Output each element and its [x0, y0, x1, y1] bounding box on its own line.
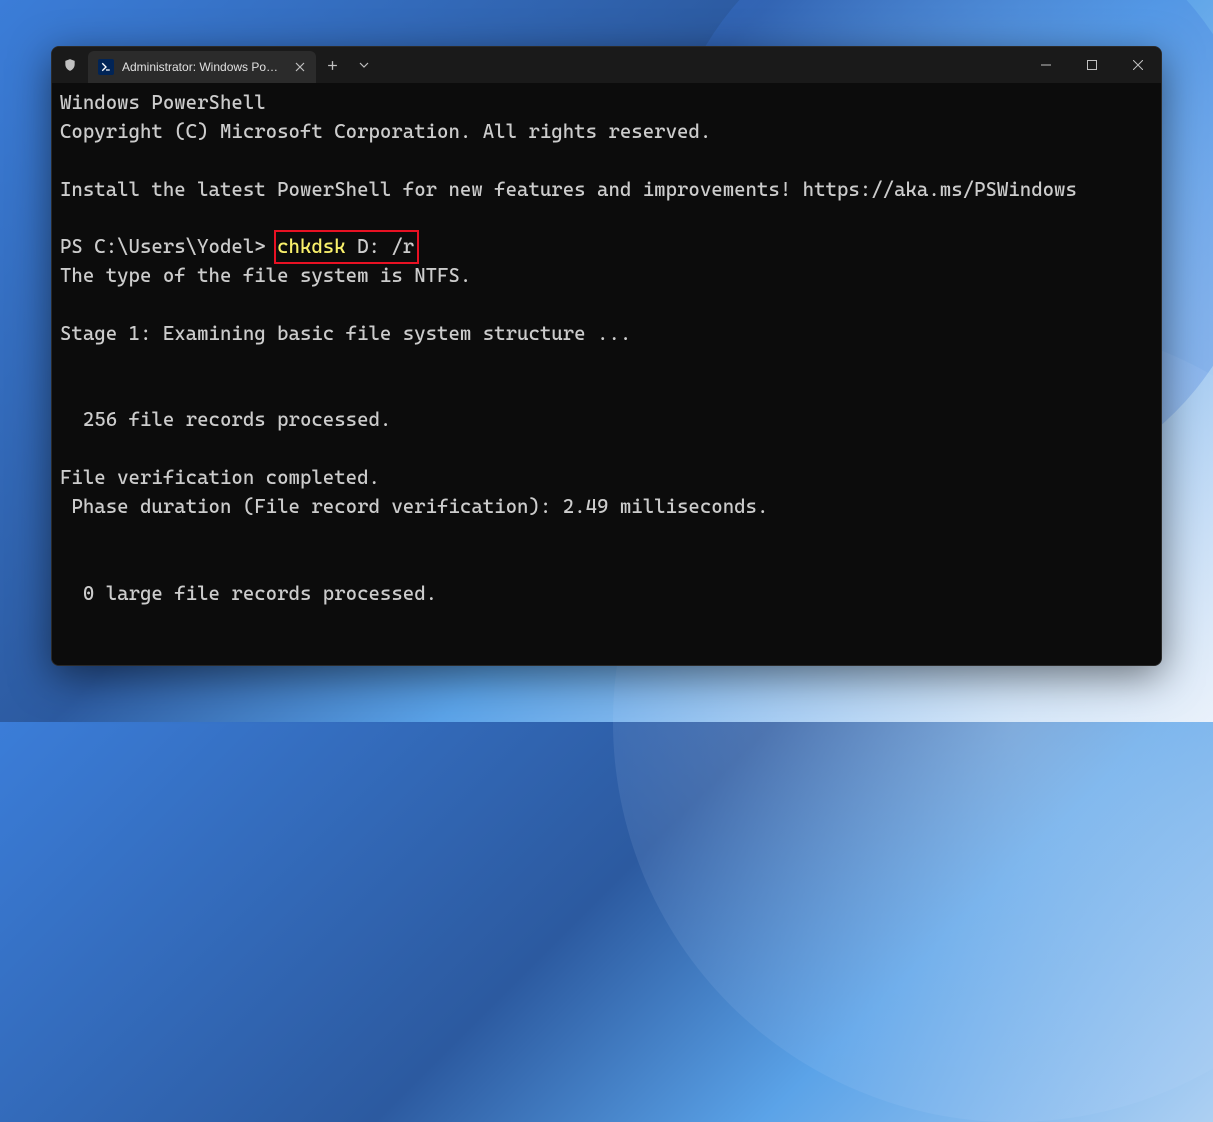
ps-header-line: Windows PowerShell [60, 89, 1153, 118]
tab-close-button[interactable] [292, 59, 308, 75]
tab-dropdown-button[interactable] [348, 49, 380, 81]
output-line: 0 large file records processed. [60, 580, 1153, 609]
minimize-button[interactable] [1023, 47, 1069, 83]
output-line: 256 file records processed. [60, 406, 1153, 435]
close-button[interactable] [1115, 47, 1161, 83]
output-line: The type of the file system is NTFS. [60, 262, 1153, 291]
ps-install-hint: Install the latest PowerShell for new fe… [60, 176, 1153, 205]
window-controls [1023, 47, 1161, 83]
prompt-line: PS C:\Users\Yodel> chkdsk D: /r [60, 233, 1153, 262]
output-line: File verification completed. [60, 464, 1153, 493]
new-tab-button[interactable] [316, 49, 348, 81]
tab-powershell[interactable]: Administrator: Windows PowerShell [88, 51, 316, 83]
command-name: chkdsk [277, 235, 346, 258]
command-args: D: /r [346, 235, 415, 258]
command-highlighted: chkdsk D: /r [277, 233, 414, 262]
powershell-icon [98, 59, 114, 75]
prompt-prefix: PS C:\Users\Yodel> [60, 235, 277, 258]
terminal-content[interactable]: Windows PowerShellCopyright (C) Microsof… [52, 83, 1161, 665]
tab-title: Administrator: Windows PowerShell [122, 60, 284, 74]
admin-shield-icon [52, 57, 88, 73]
output-line: Phase duration (File record verification… [60, 493, 1153, 522]
output-line: Stage 1: Examining basic file system str… [60, 320, 1153, 349]
terminal-window: Administrator: Windows PowerShell Window… [51, 46, 1162, 666]
ps-copyright-line: Copyright (C) Microsoft Corporation. All… [60, 118, 1153, 147]
maximize-button[interactable] [1069, 47, 1115, 83]
titlebar[interactable]: Administrator: Windows PowerShell [52, 47, 1161, 83]
